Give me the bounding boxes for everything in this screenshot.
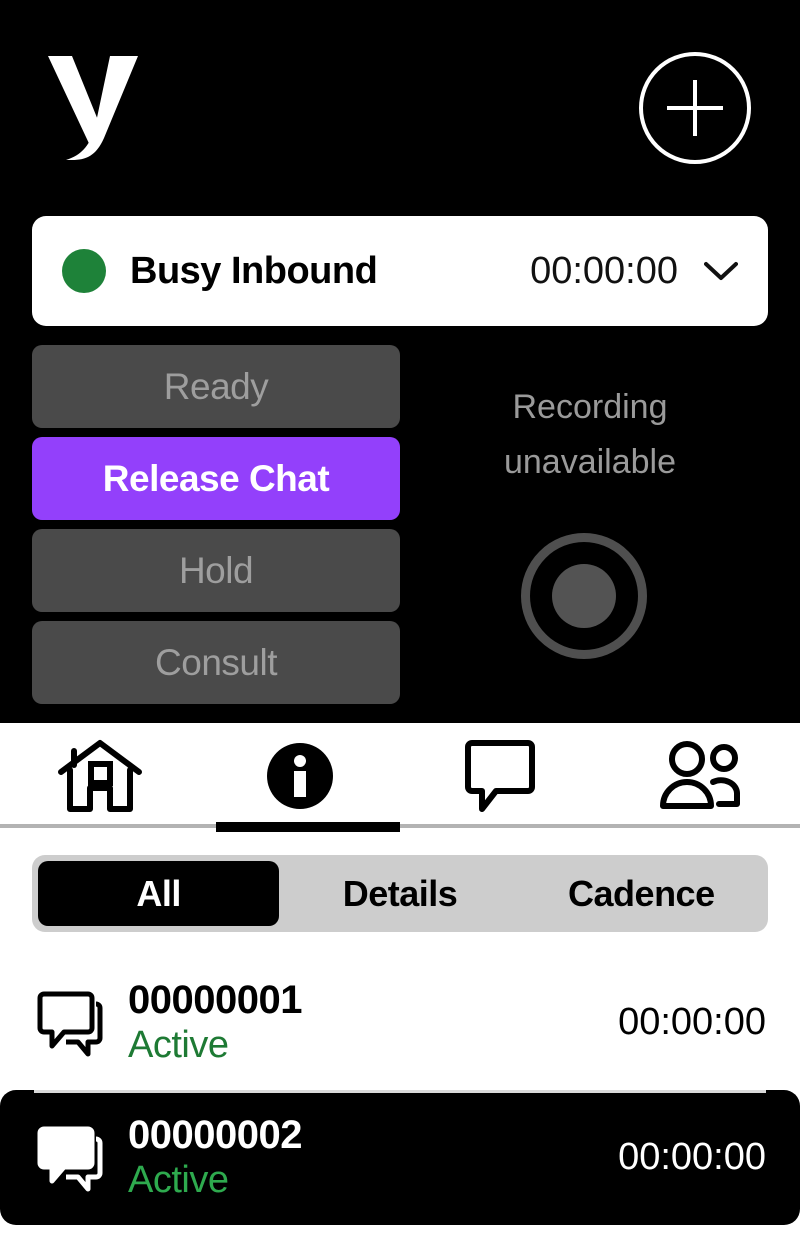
row-content: 00000002 Active	[128, 1112, 302, 1204]
record-inner-circle-icon	[552, 564, 616, 628]
tab-chat[interactable]	[400, 723, 600, 833]
release-chat-button[interactable]: Release Chat	[32, 437, 400, 520]
recording-label-line1: Recording	[420, 380, 760, 435]
chevron-down-icon[interactable]	[704, 261, 738, 281]
segmented-control: All Details Cadence	[32, 855, 768, 932]
vonage-logo	[46, 52, 160, 162]
call-control-buttons: Ready Release Chat Hold Consult	[32, 345, 400, 713]
consult-button[interactable]: Consult	[32, 621, 400, 704]
interaction-id: 00000002	[128, 1112, 302, 1158]
add-interaction-button[interactable]	[639, 52, 751, 164]
interaction-status: Active	[128, 1158, 302, 1204]
record-button[interactable]	[521, 533, 647, 659]
status-dot-icon	[62, 249, 106, 293]
header-panel: Busy Inbound 00:00:00 Ready Release Chat…	[0, 0, 800, 723]
interaction-timer: 00:00:00	[618, 1136, 766, 1179]
agent-status-timer: 00:00:00	[530, 250, 678, 293]
ready-button[interactable]: Ready	[32, 345, 400, 428]
row-content: 00000001 Active	[128, 977, 302, 1069]
contacts-icon	[655, 740, 745, 817]
tab-bar	[0, 723, 800, 833]
chat-bubbles-outline-icon	[34, 988, 110, 1058]
app-screen: Busy Inbound 00:00:00 Ready Release Chat…	[0, 0, 800, 1245]
interaction-timer: 00:00:00	[618, 1001, 766, 1044]
interaction-id: 00000001	[128, 977, 302, 1023]
table-row[interactable]: 00000002 Active 00:00:00	[0, 1090, 800, 1225]
chat-icon	[462, 739, 538, 818]
plus-icon-vertical	[693, 80, 697, 136]
segment-all[interactable]: All	[38, 861, 279, 926]
tab-contacts[interactable]	[600, 723, 800, 833]
tab-bar-underline	[0, 824, 800, 828]
agent-status-pill[interactable]: Busy Inbound 00:00:00	[32, 216, 768, 326]
home-icon	[57, 738, 143, 819]
segment-cadence[interactable]: Cadence	[521, 861, 762, 926]
segment-details[interactable]: Details	[279, 861, 520, 926]
info-icon	[266, 742, 334, 815]
interaction-status: Active	[128, 1023, 302, 1069]
recording-status: Recording unavailable	[420, 380, 760, 490]
tab-home[interactable]	[0, 723, 200, 833]
interaction-list: 00000001 Active 00:00:00 00000002 Active…	[0, 955, 800, 1225]
agent-status-label: Busy Inbound	[130, 250, 377, 293]
tab-active-indicator	[216, 822, 400, 832]
top-bar	[0, 0, 800, 208]
chat-bubbles-filled-icon	[34, 1123, 110, 1193]
row-separator	[34, 1090, 766, 1093]
table-row[interactable]: 00000001 Active 00:00:00	[0, 955, 800, 1090]
recording-label-line2: unavailable	[420, 435, 760, 490]
hold-button[interactable]: Hold	[32, 529, 400, 612]
tab-info[interactable]	[200, 723, 400, 833]
